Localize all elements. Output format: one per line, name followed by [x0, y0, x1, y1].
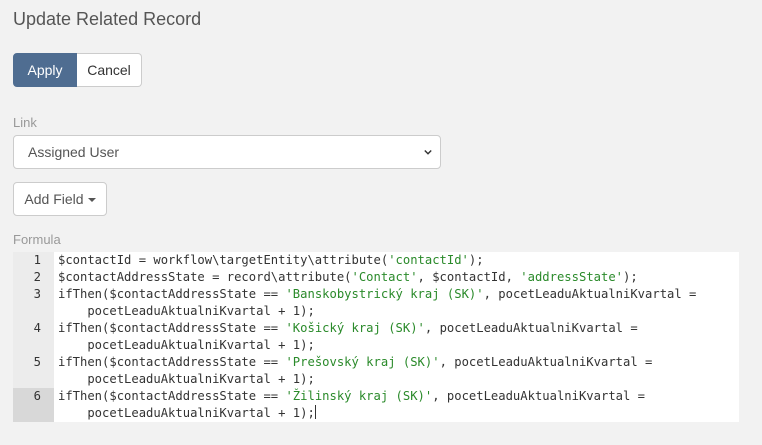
- code-token: pocetLeaduAktualniKvartal + 1);: [58, 372, 315, 386]
- code-token: );: [623, 270, 638, 284]
- line-number: 2: [33, 270, 41, 284]
- link-select[interactable]: Assigned User: [13, 135, 441, 169]
- code-string-token: 'addressState': [520, 270, 624, 284]
- formula-label: Formula: [13, 232, 61, 247]
- code-token: , pocetLeaduAktualniKvartal =: [483, 287, 697, 301]
- chevron-down-icon: [424, 148, 432, 156]
- add-field-label: Add Field: [24, 191, 84, 207]
- page-title: Update Related Record: [13, 9, 202, 29]
- code-line: 5 ifThen($contactAddressState == 'Prešovs…: [13, 354, 739, 388]
- code-line: 2 $contactAddressState = record\attribute…: [13, 269, 739, 286]
- code-line: 1 $contactId = workflow\targetEntity\attr…: [13, 252, 739, 269]
- code-string-token: 'Žilinský kraj (SK)': [285, 389, 433, 403]
- code-text: ifThen($contactAddressState == 'Žilinský…: [58, 388, 645, 405]
- code-string-token: 'Prešovský kraj (SK)': [285, 355, 440, 369]
- apply-button[interactable]: Apply: [13, 53, 77, 87]
- code-string-token: 'Košický kraj (SK)': [285, 321, 425, 335]
- code-line: 4 ifThen($contactAddressState == 'Košický…: [13, 320, 739, 354]
- line-number: 1: [33, 253, 41, 267]
- caret-down-icon: [87, 198, 96, 202]
- code-token: pocetLeaduAktualniKvartal + 1);: [58, 406, 315, 420]
- line-number: 4: [33, 321, 41, 335]
- code-text: pocetLeaduAktualniKvartal + 1);: [58, 303, 315, 320]
- code-token: $contactAddressState = record\attribute(: [58, 270, 352, 284]
- text-cursor: [314, 405, 316, 419]
- code-text: pocetLeaduAktualniKvartal + 1);: [58, 337, 315, 354]
- code-string-token: 'Banskobystrický kraj (SK)': [285, 287, 484, 301]
- action-button-group: Apply Cancel: [13, 53, 142, 87]
- add-field-button[interactable]: Add Field: [13, 182, 107, 216]
- code-token: ifThen($contactAddressState ==: [58, 321, 286, 335]
- line-number: 5: [33, 355, 41, 369]
- code-text: pocetLeaduAktualniKvartal + 1);: [58, 371, 315, 388]
- formula-editor[interactable]: 1 $contactId = workflow\targetEntity\attr…: [13, 252, 739, 422]
- code-string-token: 'contactId': [388, 253, 469, 267]
- code-text: $contactId = workflow\targetEntity\attri…: [58, 252, 484, 269]
- line-number: 3: [33, 287, 41, 301]
- code-token: pocetLeaduAktualniKvartal + 1);: [58, 304, 315, 318]
- code-line: 6 ifThen($contactAddressState == 'Žilinsk…: [13, 388, 739, 422]
- code-text: $contactAddressState = record\attribute(…: [58, 269, 638, 286]
- code-token: , $contactId,: [417, 270, 521, 284]
- line-number: 6: [33, 389, 41, 403]
- code-token: $contactId = workflow\targetEntity\attri…: [58, 253, 389, 267]
- cancel-button[interactable]: Cancel: [77, 53, 142, 87]
- code-text: ifThen($contactAddressState == 'Košický …: [58, 320, 638, 337]
- code-token: , pocetLeaduAktualniKvartal =: [424, 321, 638, 335]
- code-token: ifThen($contactAddressState ==: [58, 355, 286, 369]
- code-token: ifThen($contactAddressState ==: [58, 389, 286, 403]
- code-text: ifThen($contactAddressState == 'Prešovsk…: [58, 354, 652, 371]
- code-line: 3 ifThen($contactAddressState == 'Banskob…: [13, 286, 739, 320]
- link-label: Link: [13, 115, 37, 130]
- code-token: , pocetLeaduAktualniKvartal =: [439, 355, 653, 369]
- code-text: pocetLeaduAktualniKvartal + 1);: [58, 405, 316, 422]
- code-token: );: [468, 253, 484, 267]
- code-token: , pocetLeaduAktualniKvartal =: [432, 389, 646, 403]
- code-string-token: 'Contact': [351, 270, 418, 284]
- link-select-value: Assigned User: [28, 144, 120, 160]
- code-token: pocetLeaduAktualniKvartal + 1);: [58, 338, 315, 352]
- code-text: ifThen($contactAddressState == 'Banskoby…: [58, 286, 696, 303]
- code-token: ifThen($contactAddressState ==: [58, 287, 286, 301]
